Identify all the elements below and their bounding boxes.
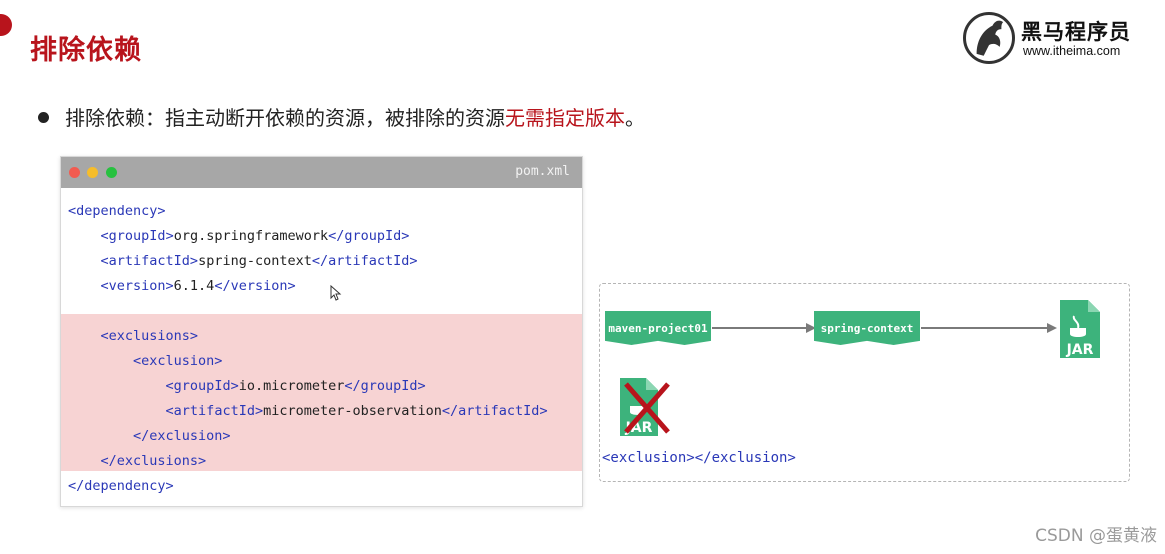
code-tag: </groupId> [344, 378, 426, 394]
code-line: </exclusions> [68, 449, 548, 474]
code-tag: <version> [100, 278, 174, 294]
horse-logo-icon [963, 12, 1015, 64]
slide-title: 排除依赖 [30, 35, 142, 66]
code-line: <exclusion> [68, 349, 548, 374]
code-line: <groupId>io.micrometer</groupId> [68, 374, 548, 399]
code-tag: groupId [108, 228, 166, 244]
maven-project-node: maven-project01 [605, 311, 711, 345]
code-line: <artifactId>micrometer-observation</arti… [68, 399, 548, 424]
code-tag: </exclusion> [133, 428, 231, 444]
code-tag: <exclusion> [133, 353, 223, 369]
code-text: org.springframework [173, 228, 329, 244]
code-text: 6.1.4 [173, 278, 215, 294]
code-tag: </version> [214, 278, 296, 294]
code-filename: pom.xml [515, 164, 570, 179]
watermark: CSDN @蛋黄液 [1035, 526, 1157, 546]
bullet-text: 排除依赖：指主动断开依赖的资源，被排除的资源 [65, 106, 505, 130]
brand-url: www.itheima.com [1023, 44, 1121, 58]
jar-file-icon: JAR [1058, 298, 1102, 360]
code-text: io.micrometer [238, 378, 345, 394]
arrow-icon [712, 323, 816, 333]
code-line: <groupId>org.springframework</groupId> [68, 224, 548, 249]
code-tag: < [100, 228, 109, 244]
code-tag: <artifactId> [165, 403, 264, 419]
window-close-icon[interactable] [69, 167, 80, 178]
code-window-titlebar: pom.xml [61, 157, 582, 188]
code-line: <exclusions> [68, 324, 548, 349]
code-line: <dependency> [68, 199, 548, 224]
bullet-suffix: 。 [625, 106, 645, 130]
bullet-point: 排除依赖：指主动断开依赖的资源，被排除的资源无需指定版本。 [38, 102, 645, 131]
code-tag: </artifactId> [311, 253, 418, 269]
exclusion-label: <exclusion></exclusion> [602, 450, 796, 466]
mouse-cursor-icon [330, 285, 342, 301]
code-text: micrometer-observation [263, 403, 442, 419]
code-block: <dependency> <groupId>org.springframewor… [68, 199, 548, 499]
code-line: </exclusion> [68, 424, 548, 449]
code-tag: </dependency> [68, 478, 174, 494]
bullet-icon [38, 112, 49, 123]
code-tag: > [165, 228, 174, 244]
code-tag: <artifactId> [100, 253, 199, 269]
spring-context-node: spring-context [814, 311, 920, 345]
code-tag: </groupId> [328, 228, 410, 244]
brand-logo: 黑马程序员 www.itheima.com [963, 12, 1153, 64]
dependency-diagram: maven-project01 spring-context JAR JAR <… [599, 283, 1130, 482]
code-line: <artifactId>spring-context</artifactId> [68, 249, 548, 274]
code-tag: </artifactId> [441, 403, 548, 419]
code-tag: <dependency> [68, 203, 166, 219]
code-line: </dependency> [68, 474, 548, 499]
excluded-jar-icon: JAR [618, 376, 672, 438]
window-minimize-icon[interactable] [87, 167, 98, 178]
brand-name: 黑马程序员 [1021, 20, 1131, 44]
code-tag: </exclusions> [100, 453, 207, 469]
code-tag: <exclusions> [100, 328, 199, 344]
arrow-icon [921, 323, 1057, 333]
code-line: <version>6.1.4</version> [68, 274, 548, 299]
code-text: spring-context [198, 253, 312, 269]
window-maximize-icon[interactable] [106, 167, 117, 178]
bullet-highlight: 无需指定版本 [505, 106, 625, 130]
corner-decoration [0, 14, 12, 36]
svg-text:JAR: JAR [1066, 342, 1094, 358]
code-window: pom.xml <dependency> <groupId>org.spring… [60, 156, 583, 507]
code-tag: <groupId> [165, 378, 239, 394]
